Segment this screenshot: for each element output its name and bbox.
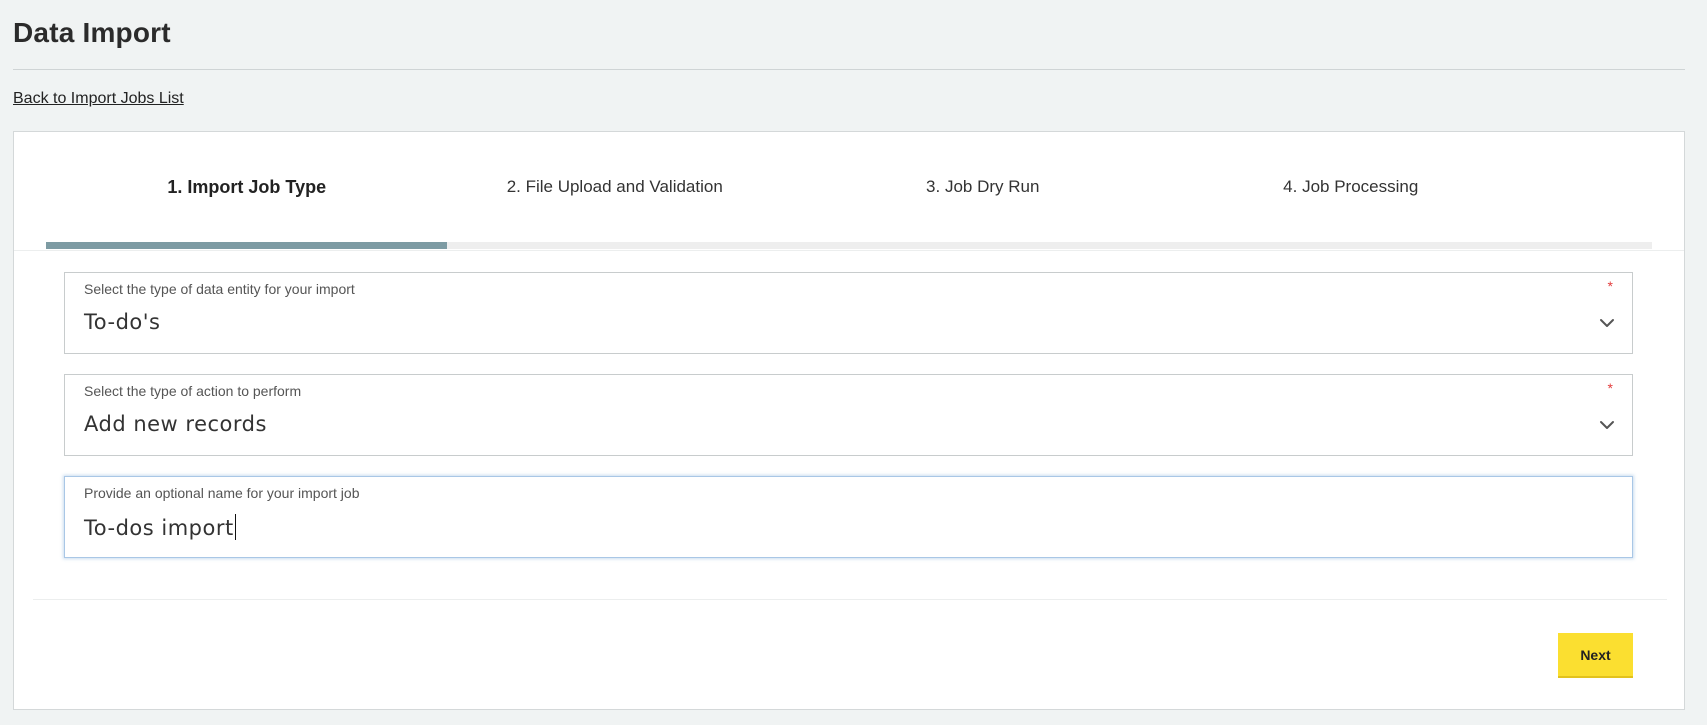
wizard-stepper: 1. Import Job Type 2. File Upload and Va… xyxy=(46,172,1652,250)
footer-divider xyxy=(33,599,1667,600)
job-name-input[interactable]: To-dos import xyxy=(84,514,236,540)
title-divider xyxy=(13,69,1685,70)
import-wizard-card: 1. Import Job Type 2. File Upload and Va… xyxy=(13,131,1685,710)
chevron-down-icon[interactable] xyxy=(1599,417,1615,433)
back-to-import-jobs-link[interactable]: Back to Import Jobs List xyxy=(13,90,184,108)
text-caret xyxy=(234,514,236,540)
card-divider xyxy=(14,250,1684,251)
required-marker: * xyxy=(1607,380,1613,396)
entity-type-select[interactable]: Select the type of data entity for your … xyxy=(64,272,1633,354)
action-type-select[interactable]: Select the type of action to perform * A… xyxy=(64,374,1633,456)
step-import-job-type[interactable]: 1. Import Job Type xyxy=(46,172,448,208)
required-marker: * xyxy=(1607,278,1613,294)
job-name-value: To-dos import xyxy=(84,516,234,540)
chevron-down-icon[interactable] xyxy=(1599,315,1615,331)
action-type-label: Select the type of action to perform xyxy=(84,383,302,399)
job-name-field[interactable]: Provide an optional name for your import… xyxy=(64,476,1633,558)
entity-type-value: To-do's xyxy=(84,310,161,334)
step-job-dry-run[interactable]: 3. Job Dry Run xyxy=(782,172,1184,208)
action-type-value: Add new records xyxy=(84,412,267,436)
stepper-progress-fill xyxy=(46,242,447,249)
next-button[interactable]: Next xyxy=(1558,633,1633,678)
step-job-processing[interactable]: 4. Job Processing xyxy=(1150,172,1552,208)
step-file-upload-validation[interactable]: 2. File Upload and Validation xyxy=(414,172,816,208)
entity-type-label: Select the type of data entity for your … xyxy=(84,281,355,297)
job-name-label: Provide an optional name for your import… xyxy=(84,485,360,501)
page-title: Data Import xyxy=(13,17,171,48)
